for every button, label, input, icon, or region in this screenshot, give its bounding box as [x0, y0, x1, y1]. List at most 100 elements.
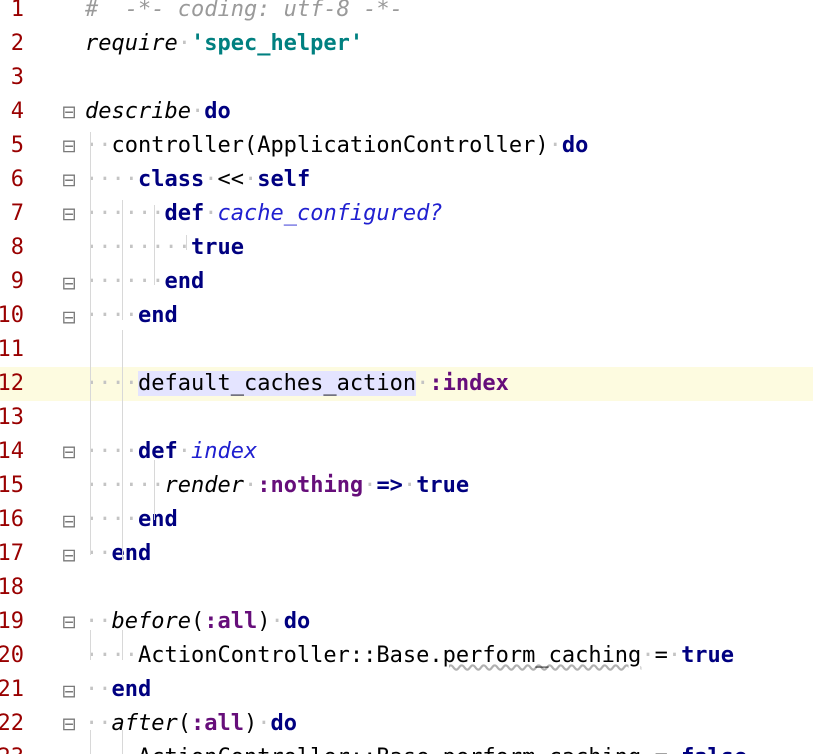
- code-text: # -*- coding: utf-8 -*-: [85, 0, 403, 27]
- whitespace-marker: ·: [402, 473, 417, 498]
- whitespace-marker: ····: [85, 745, 138, 754]
- whitespace-marker: ·: [416, 371, 430, 396]
- indent-guide: [90, 630, 91, 660]
- indent-guide: [186, 235, 187, 250]
- code-token: end: [111, 677, 152, 702]
- code-token: ActionController::Base.: [137, 643, 443, 668]
- code-text: ····ActionController::Base.perform_cachi…: [85, 639, 734, 673]
- code-token: do: [204, 99, 231, 124]
- whitespace-marker: ·: [204, 167, 218, 192]
- line-number: 16: [0, 507, 24, 532]
- whitespace-marker: ·: [177, 439, 191, 464]
- code-token: end: [111, 541, 152, 566]
- code-text: ··end: [85, 673, 151, 707]
- line-number: 13: [0, 405, 24, 430]
- fold-open-icon[interactable]: ⊟: [58, 204, 80, 226]
- code-token: self: [257, 167, 311, 192]
- fold-open-icon[interactable]: ⊟: [58, 170, 80, 192]
- whitespace-marker: ········: [85, 235, 191, 260]
- indent-guide: [154, 205, 155, 285]
- code-editor[interactable]: 1 # -*- coding: utf-8 -*- 2 require·'spec_h…: [0, 0, 813, 754]
- code-token: true: [416, 473, 470, 498]
- code-token: perform_caching: [442, 643, 642, 668]
- code-token: 'spec_helper': [190, 31, 364, 56]
- code-token: before: [111, 609, 191, 634]
- code-text: ····end: [85, 503, 178, 537]
- whitespace-marker: ··: [85, 677, 112, 702]
- whitespace-marker: ·: [243, 167, 258, 192]
- code-line[interactable]: 4 ⊟ describe·do: [0, 95, 813, 129]
- line-number: 2: [10, 31, 24, 56]
- code-text: ······def·cache_configured?: [85, 197, 443, 231]
- code-text: ··before(:all)·do: [85, 605, 310, 639]
- line-number: 3: [10, 65, 24, 90]
- fold-close-icon[interactable]: ⊟: [58, 510, 80, 532]
- line-number: 10: [0, 303, 24, 328]
- code-line[interactable]: 5 ⊟ ··controller(ApplicationController)·do: [0, 129, 813, 163]
- indent-guide: [90, 730, 91, 754]
- code-text: ··controller(ApplicationController)·do: [85, 129, 588, 163]
- code-line[interactable]: 6 ⊟ ····class·<<·self: [0, 163, 813, 197]
- code-token: ): [257, 609, 271, 634]
- code-text: ····ActionController::Base.perform_cachi…: [85, 741, 747, 754]
- line-number: 22: [0, 711, 24, 736]
- code-line[interactable]: 3: [0, 61, 813, 95]
- fold-close-icon[interactable]: ⊟: [58, 680, 80, 702]
- whitespace-marker: ·: [257, 711, 271, 736]
- code-line[interactable]: 18: [0, 571, 813, 605]
- whitespace-marker: ······: [85, 201, 165, 226]
- code-text: ········true: [85, 231, 244, 265]
- whitespace-marker: ······: [85, 269, 165, 294]
- code-token: describe: [85, 99, 191, 124]
- code-line[interactable]: 21 ⊟ ··end: [0, 673, 813, 707]
- whitespace-marker: ·: [548, 133, 562, 158]
- indent-guide: [90, 132, 91, 555]
- code-line[interactable]: 2 require·'spec_helper': [0, 27, 813, 61]
- code-token: def: [164, 201, 205, 226]
- whitespace-marker: ······: [85, 473, 165, 498]
- code-token: default_caches_action: [137, 371, 417, 396]
- whitespace-marker: ·: [641, 643, 655, 668]
- whitespace-marker: ·: [190, 99, 205, 124]
- whitespace-marker: ····: [85, 303, 138, 328]
- fold-close-icon[interactable]: ⊟: [58, 272, 80, 294]
- whitespace-marker: ·: [667, 643, 682, 668]
- code-text: ··after(:all)·do: [85, 707, 297, 741]
- line-number: 5: [10, 133, 24, 158]
- code-token: def: [137, 439, 178, 464]
- code-token: render: [164, 473, 244, 498]
- line-number: 18: [0, 575, 24, 600]
- indent-guide: [154, 460, 155, 520]
- code-text: describe·do: [85, 95, 231, 129]
- code-token: index: [190, 439, 258, 464]
- code-text: require·'spec_helper': [85, 27, 363, 61]
- fold-open-icon[interactable]: ⊟: [58, 442, 80, 464]
- code-token: :index: [429, 371, 509, 396]
- code-token: class: [137, 167, 205, 192]
- fold-close-icon[interactable]: ⊟: [58, 306, 80, 328]
- code-token: cache_configured?: [217, 201, 443, 226]
- indent-guide: [122, 630, 123, 660]
- indent-guide: [122, 200, 123, 320]
- whitespace-marker: ····: [85, 643, 138, 668]
- code-token: false: [681, 745, 747, 754]
- code-token: require: [85, 31, 178, 56]
- code-text: ····end: [85, 299, 178, 333]
- line-number: 4: [10, 99, 24, 124]
- code-line[interactable]: 1 # -*- coding: utf-8 -*-: [0, 0, 813, 27]
- whitespace-marker: ··: [85, 133, 112, 158]
- line-number: 7: [10, 201, 24, 226]
- whitespace-marker: ····: [85, 439, 138, 464]
- fold-open-icon[interactable]: ⊟: [58, 102, 80, 124]
- fold-close-icon[interactable]: ⊟: [58, 544, 80, 566]
- code-token: end: [137, 303, 178, 328]
- code-token: perform_caching: [443, 745, 642, 754]
- fold-open-icon[interactable]: ⊟: [58, 612, 80, 634]
- line-number: 17: [0, 541, 24, 566]
- line-number: 6: [10, 167, 24, 192]
- whitespace-marker: ····: [85, 167, 138, 192]
- whitespace-marker: ·: [668, 745, 681, 754]
- fold-open-icon[interactable]: ⊟: [58, 714, 80, 736]
- fold-open-icon[interactable]: ⊟: [58, 136, 80, 158]
- line-number: 12: [0, 371, 24, 396]
